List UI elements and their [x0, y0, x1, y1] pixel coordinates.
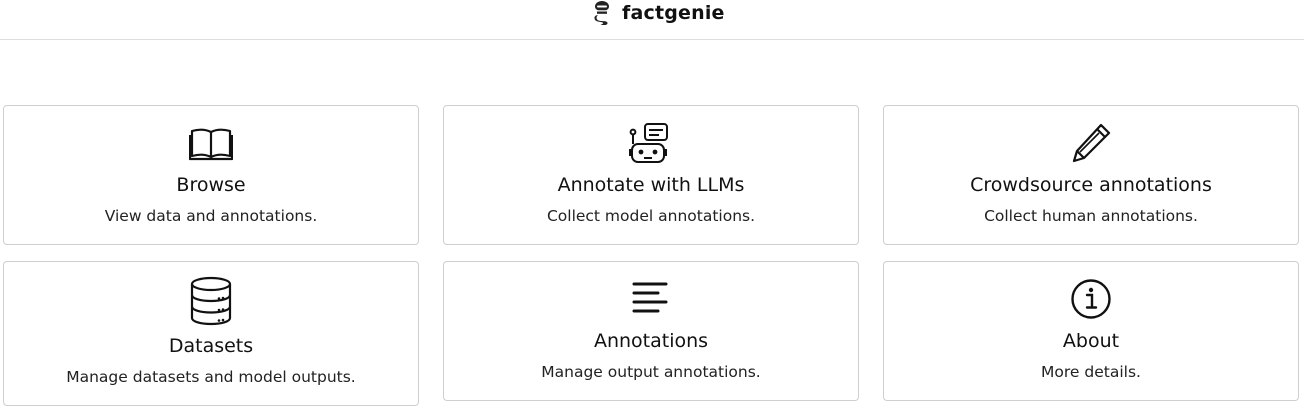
info-circle-icon [1071, 279, 1111, 319]
card-title: Browse [176, 174, 246, 196]
pencil-icon [1072, 123, 1111, 163]
card-description: Collect human annotations. [984, 207, 1198, 225]
about-card[interactable]: About More details. [883, 261, 1299, 401]
card-description: More details. [1041, 363, 1141, 381]
annotations-card[interactable]: Annotations Manage output annotations. [443, 261, 859, 401]
book-open-icon [189, 128, 233, 161]
text-lines-icon [632, 282, 668, 313]
genie-logo-icon [594, 1, 609, 25]
browse-card[interactable]: Browse View data and annotations. [3, 105, 419, 245]
robot-chat-icon [629, 123, 668, 163]
card-title: Crowdsource annotations [970, 174, 1212, 196]
card-title: Annotations [593, 330, 709, 352]
card-description: Manage output annotations. [541, 363, 761, 381]
top-navbar: factgenie [0, 0, 1304, 40]
card-title: Datasets [168, 335, 254, 357]
card-title: Annotate with LLMs [557, 174, 745, 196]
annotate-with-llms-card[interactable]: Annotate with LLMs Collect model annotat… [443, 105, 859, 245]
card-description: Manage datasets and model outputs. [66, 368, 356, 386]
crowdsource-annotations-card[interactable]: Crowdsource annotations Collect human an… [883, 105, 1299, 245]
card-description: View data and annotations. [104, 207, 318, 225]
card-description: Collect model annotations. [546, 207, 756, 225]
brand-link[interactable]: factgenie [592, 0, 725, 26]
database-icon [190, 276, 232, 326]
datasets-card[interactable]: Datasets Manage datasets and model outpu… [3, 261, 419, 406]
brand-name: factgenie [622, 2, 725, 24]
card-title: About [1062, 330, 1120, 352]
